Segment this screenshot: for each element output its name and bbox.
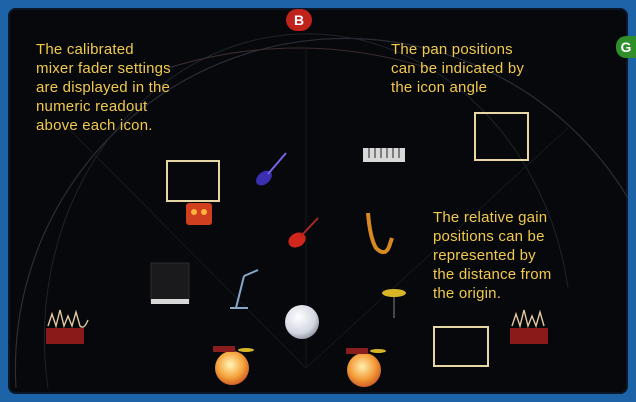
synth-keyboard-icon[interactable] — [363, 148, 405, 162]
right-marker-g[interactable]: G — [616, 36, 636, 58]
cymbal-icon[interactable] — [382, 289, 406, 318]
gain-line-2: positions can be — [433, 228, 545, 245]
saxophone-icon[interactable] — [366, 212, 394, 255]
fader-line-3: are displayed in the — [36, 79, 171, 96]
mixer-stage-panel: The calibrated mixer fader settings are … — [8, 8, 628, 394]
left-drum-icon[interactable] — [213, 346, 254, 385]
gain-line-5: the origin. — [433, 285, 502, 302]
left-waveform-icon[interactable] — [46, 309, 89, 344]
pan-annotation: The pan positions can be indicated by th… — [391, 40, 524, 97]
fader-line-4: numeric readout — [36, 98, 148, 115]
pan-position-highlight — [474, 112, 529, 161]
gain-line-3: represented by — [433, 247, 536, 264]
right-waveform-icon[interactable] — [510, 309, 548, 344]
fader-line-1: The calibrated — [36, 41, 134, 58]
top-marker-label: B — [293, 12, 305, 28]
gain-line-4: the distance from — [433, 266, 552, 283]
fader-annotation: The calibrated mixer fader settings are … — [36, 40, 171, 135]
microphone-icon[interactable] — [230, 269, 259, 309]
right-marker-label: G — [620, 39, 632, 55]
red-guitar-icon[interactable] — [286, 217, 319, 251]
fader-line-5: above each icon. — [36, 117, 153, 134]
right-drum-icon[interactable] — [346, 348, 386, 387]
fader-line-2: mixer fader settings — [36, 60, 171, 77]
fader-readout-highlight — [166, 160, 220, 202]
top-marker-b[interactable]: B — [286, 9, 312, 31]
vocal-ball-icon[interactable] — [285, 305, 319, 339]
gain-annotation: The relative gain positions can be repre… — [433, 208, 551, 303]
piano-icon[interactable] — [150, 262, 190, 304]
window-frame: The calibrated mixer fader settings are … — [0, 0, 636, 402]
electric-guitar-icon[interactable] — [253, 152, 287, 188]
pan-line-3: the icon angle — [391, 79, 488, 96]
pan-line-2: can be indicated by — [391, 60, 525, 77]
gain-position-highlight — [433, 326, 489, 367]
top-arc — [167, 47, 429, 69]
amp-icon[interactable] — [186, 203, 212, 225]
pan-line-1: The pan positions — [391, 41, 513, 58]
gain-line-1: The relative gain — [433, 209, 548, 226]
